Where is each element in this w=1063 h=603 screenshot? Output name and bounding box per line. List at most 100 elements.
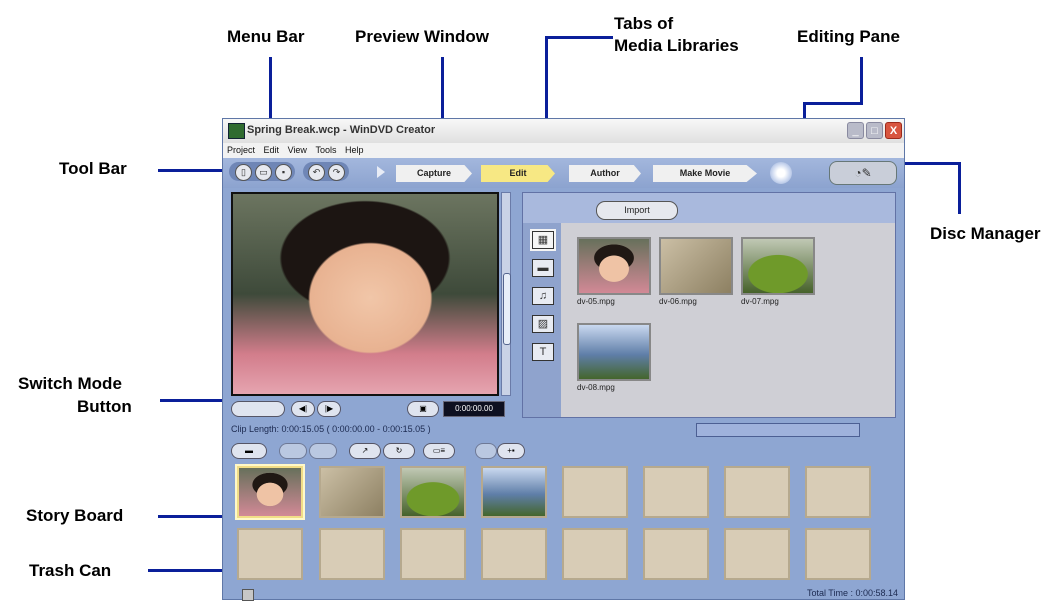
callout-tool-bar: Tool Bar <box>59 159 127 178</box>
clip-name: dv-07.mpg <box>741 297 779 306</box>
storyboard-cell[interactable] <box>805 466 871 518</box>
clip-name: dv-08.mpg <box>577 383 615 392</box>
line-editing-v1 <box>860 57 863 104</box>
save-project-icon[interactable]: ▪ <box>275 164 292 181</box>
effect-button[interactable]: ↗ <box>349 443 381 459</box>
storyboard-cell[interactable] <box>237 466 303 518</box>
window-title: Spring Break.wcp - WinDVD Creator <box>247 124 436 136</box>
menu-edit[interactable]: Edit <box>264 143 280 155</box>
storyboard-mode-button[interactable]: ▬ <box>231 443 267 459</box>
trim-button[interactable] <box>309 443 337 459</box>
disc-manager-button[interactable]: ◔✎ <box>829 161 897 185</box>
audio-effect-button[interactable]: ↻ <box>383 443 415 459</box>
clip-thumbnail <box>659 237 733 295</box>
switch-mode-button[interactable] <box>231 401 285 417</box>
library-clip[interactable]: dv-06.mpg <box>659 237 733 306</box>
storyboard-cell[interactable] <box>724 528 790 580</box>
clip-name: dv-05.mpg <box>577 297 615 306</box>
workflow-arrow-icon <box>377 166 385 178</box>
trash-can-icon[interactable] <box>242 589 254 601</box>
layout-button[interactable]: ▭≡ <box>423 443 455 459</box>
progress-bar <box>696 423 860 437</box>
library-clip[interactable]: dv-08.mpg <box>577 323 651 392</box>
story-board <box>231 460 897 588</box>
menu-tools[interactable]: Tools <box>315 143 336 155</box>
close-button[interactable]: X <box>885 122 902 139</box>
title-library-tab-icon[interactable]: T <box>532 343 554 361</box>
media-library-tabs: ▦ ▬ ♫ ▨ T <box>523 223 561 417</box>
callout-switch-mode-line2: Button <box>77 397 132 416</box>
app-icon <box>228 123 245 139</box>
undo-icon[interactable]: ↶ <box>308 164 325 181</box>
cut-button[interactable] <box>279 443 307 459</box>
tool-bar: ▯ ▭ ▪ ↶ ↷ Capture Edit Author Make Movie… <box>223 158 904 188</box>
callout-switch-mode-line1: Switch Mode <box>18 374 122 393</box>
clip-length-info: Clip Length: 0:00:15.05 ( 0:00:00.00 - 0… <box>231 424 431 434</box>
tab-edit[interactable]: Edit <box>481 165 555 182</box>
callout-disc-manager: Disc Manager <box>930 224 1041 243</box>
callout-story-board: Story Board <box>26 506 124 525</box>
transition-library-tab-icon[interactable]: ▨ <box>532 315 554 333</box>
line-disc-v <box>958 162 961 214</box>
snapshot-button[interactable]: ▣ <box>407 401 439 417</box>
library-header: Import <box>523 193 895 223</box>
storyboard-cell[interactable] <box>237 528 303 580</box>
prev-frame-button[interactable]: ◀| <box>291 401 315 417</box>
new-project-icon[interactable]: ▯ <box>235 164 252 181</box>
storyboard-cell[interactable] <box>481 466 547 518</box>
next-frame-button[interactable]: |▶ <box>317 401 341 417</box>
callout-preview-window: Preview Window <box>355 27 489 46</box>
audio-library-tab-icon[interactable]: ♫ <box>532 287 554 305</box>
preview-image <box>233 194 497 394</box>
minimize-button[interactable]: _ <box>847 122 864 139</box>
storyboard-cell[interactable] <box>562 528 628 580</box>
storyboard-cell[interactable] <box>481 528 547 580</box>
total-time: Total Time : 0:00:58.14 <box>806 588 898 598</box>
preview-zoom-slider[interactable] <box>501 192 511 396</box>
video-library-tab-icon[interactable]: ▦ <box>532 231 554 249</box>
library-clip[interactable]: dv-07.mpg <box>741 237 815 306</box>
storyboard-cell[interactable] <box>724 466 790 518</box>
maximize-button[interactable]: □ <box>866 122 883 139</box>
menu-project[interactable]: Project <box>227 143 255 155</box>
storyboard-cell[interactable] <box>400 528 466 580</box>
redo-icon[interactable]: ↷ <box>328 164 345 181</box>
disc-icon <box>770 162 792 184</box>
preview-controls: ◀| |▶ ▣ 0:00:00.00 <box>231 399 507 417</box>
timecode-display: 0:00:00.00 <box>443 401 505 417</box>
storyboard-toolbar: ▬ ↗ ↻ ▭≡ +▪ <box>231 442 891 459</box>
image-library-tab-icon[interactable]: ▬ <box>532 259 554 277</box>
import-button[interactable]: Import <box>596 201 678 220</box>
storyboard-cell[interactable] <box>400 466 466 518</box>
menu-help[interactable]: Help <box>345 143 364 155</box>
line-editing-h <box>803 102 863 105</box>
tab-author[interactable]: Author <box>569 165 641 182</box>
line-tabs-horizontal <box>545 36 613 39</box>
slider-thumb[interactable] <box>503 273 511 345</box>
clip-name: dv-06.mpg <box>659 297 697 306</box>
callout-menu-bar: Menu Bar <box>227 27 305 46</box>
tab-make-movie[interactable]: Make Movie <box>653 165 757 182</box>
title-bar[interactable]: Spring Break.wcp - WinDVD Creator _ □ X <box>223 119 904 144</box>
clip-thumbnail <box>741 237 815 295</box>
storyboard-cell[interactable] <box>319 466 385 518</box>
menu-bar: Project Edit View Tools Help <box>223 143 904 158</box>
storyboard-cell[interactable] <box>643 466 709 518</box>
storyboard-cell[interactable] <box>562 466 628 518</box>
storyboard-cell[interactable] <box>805 528 871 580</box>
open-project-icon[interactable]: ▭ <box>255 164 272 181</box>
callout-trash-can: Trash Can <box>29 561 112 580</box>
library-clip[interactable]: dv-05.mpg <box>577 237 651 306</box>
callout-tabs-line2: Media Libraries <box>614 36 739 55</box>
tab-capture[interactable]: Capture <box>396 165 472 182</box>
storyboard-cell[interactable] <box>319 528 385 580</box>
callout-tabs-line1: Tabs of <box>614 14 674 33</box>
preview-window[interactable] <box>231 192 499 396</box>
storyboard-extra-button-1[interactable] <box>475 443 497 459</box>
storyboard-extra-button-2[interactable]: +▪ <box>497 443 525 459</box>
clip-thumbnail <box>577 237 651 295</box>
editing-pane: Import ▦ ▬ ♫ ▨ T dv-05.mpg dv-06.mpg dv-… <box>522 192 896 418</box>
line-tool-bar <box>158 169 228 172</box>
menu-view[interactable]: View <box>288 143 307 155</box>
storyboard-cell[interactable] <box>643 528 709 580</box>
